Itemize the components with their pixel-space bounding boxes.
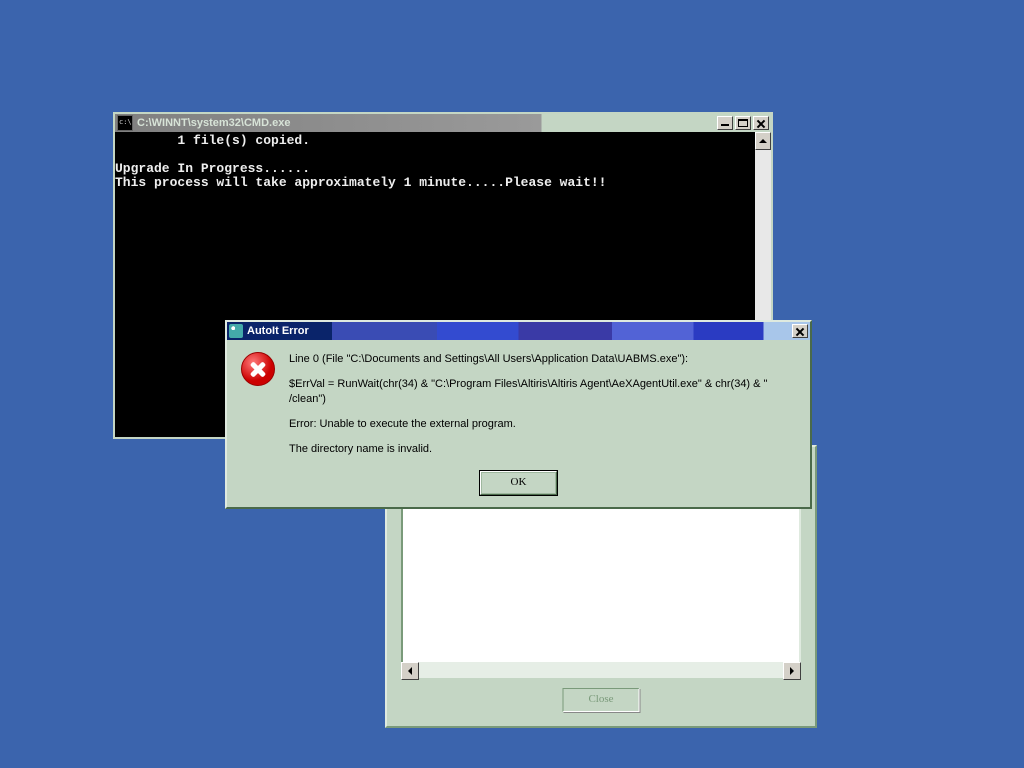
cmd-titlebar[interactable]: C:\WINNT\system32\CMD.exe	[115, 114, 771, 132]
error-icon	[241, 352, 275, 386]
cmd-icon	[117, 115, 133, 131]
close-button[interactable]: Close	[563, 688, 640, 712]
minimize-button[interactable]	[717, 116, 733, 130]
scroll-right-button[interactable]	[783, 662, 801, 680]
horizontal-scrollbar[interactable]	[401, 662, 801, 678]
autoit-error-dialog: AutoIt Error Line 0 (File "C:\Documents …	[225, 320, 812, 509]
close-button[interactable]	[753, 116, 769, 130]
autoit-message: Line 0 (File "C:\Documents and Settings\…	[289, 352, 796, 457]
scroll-up-button[interactable]	[755, 132, 771, 150]
autoit-title: AutoIt Error	[247, 325, 790, 337]
autoit-icon	[229, 324, 243, 338]
scroll-left-button[interactable]	[401, 662, 419, 680]
autoit-titlebar[interactable]: AutoIt Error	[227, 322, 810, 340]
cmd-title: C:\WINNT\system32\CMD.exe	[137, 117, 715, 129]
error-line-detail: The directory name is invalid.	[289, 442, 796, 457]
error-line-error: Error: Unable to execute the external pr…	[289, 417, 796, 432]
maximize-button[interactable]	[735, 116, 751, 130]
error-line-code: $ErrVal = RunWait(chr(34) & "C:\Program …	[289, 377, 796, 407]
error-line-file: Line 0 (File "C:\Documents and Settings\…	[289, 352, 796, 367]
scroll-track[interactable]	[419, 662, 783, 678]
ok-button[interactable]: OK	[480, 471, 557, 495]
close-button[interactable]	[792, 324, 808, 338]
